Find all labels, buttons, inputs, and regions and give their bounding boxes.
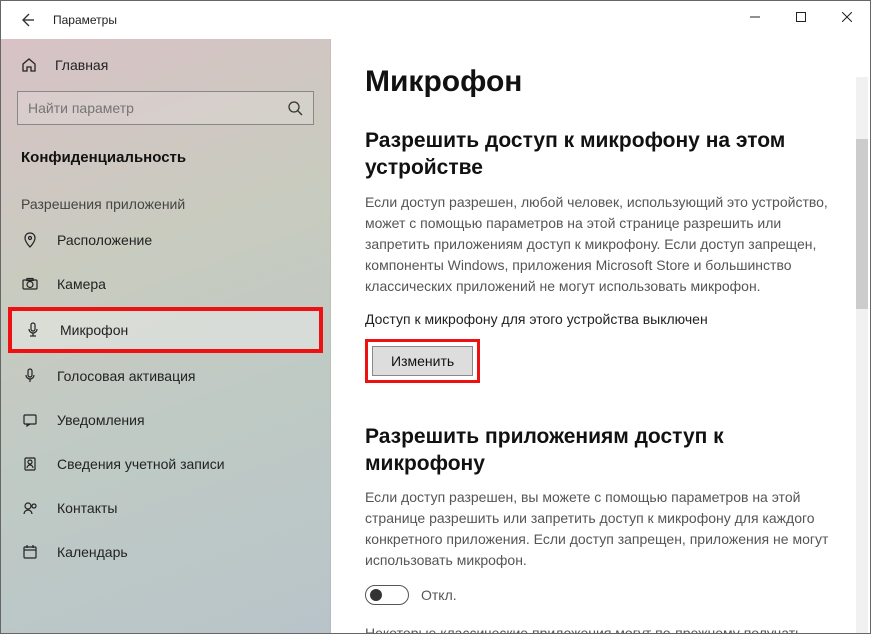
sidebar-item-contacts[interactable]: Контакты bbox=[1, 486, 330, 530]
sidebar-item-microphone[interactable]: Микрофон bbox=[9, 308, 322, 352]
close-button[interactable] bbox=[824, 1, 870, 33]
maximize-button[interactable] bbox=[778, 1, 824, 33]
sidebar: Главная Конфиденциальность Разрешения пр… bbox=[1, 39, 331, 633]
section1-body: Если доступ разрешен, любой человек, исп… bbox=[365, 192, 836, 297]
sidebar-item-location[interactable]: Расположение bbox=[1, 218, 330, 262]
sidebar-item-label: Контакты bbox=[57, 500, 117, 516]
search-input[interactable] bbox=[28, 100, 248, 116]
sidebar-item-label: Календарь bbox=[57, 544, 128, 560]
app-access-toggle[interactable] bbox=[365, 585, 409, 605]
sidebar-item-label: Расположение bbox=[57, 232, 152, 248]
contacts-icon bbox=[21, 499, 39, 517]
section2-heading: Разрешить приложениям доступ к микрофону bbox=[365, 423, 836, 478]
highlight-annotation: Изменить bbox=[365, 339, 480, 383]
scrollbar-thumb[interactable] bbox=[856, 139, 868, 309]
camera-icon bbox=[21, 275, 39, 293]
back-button[interactable] bbox=[13, 6, 41, 34]
section2-body: Если доступ разрешен, вы можете с помощь… bbox=[365, 487, 836, 571]
section3-text: Некоторые классические приложения могут … bbox=[365, 625, 802, 633]
sidebar-item-label: Уведомления bbox=[57, 412, 145, 428]
home-nav[interactable]: Главная bbox=[1, 49, 330, 81]
toggle-state-label: Откл. bbox=[421, 587, 457, 603]
section3-body: Некоторые классические приложения могут … bbox=[365, 623, 836, 633]
search-icon bbox=[287, 100, 303, 116]
section1-heading: Разрешить доступ к микрофону на этом уст… bbox=[365, 127, 836, 182]
account-icon bbox=[21, 455, 39, 473]
sidebar-item-account-info[interactable]: Сведения учетной записи bbox=[1, 442, 330, 486]
sidebar-item-voice-activation[interactable]: Голосовая активация bbox=[1, 354, 330, 398]
search-input-container[interactable] bbox=[17, 91, 314, 125]
voice-icon bbox=[21, 367, 39, 385]
notifications-icon bbox=[21, 411, 39, 429]
page-title: Микрофон bbox=[365, 65, 836, 99]
sidebar-group-label: Разрешения приложений bbox=[1, 180, 330, 218]
microphone-icon bbox=[24, 321, 42, 339]
device-access-status: Доступ к микрофону для этого устройства … bbox=[365, 311, 836, 327]
sidebar-section-title: Конфиденциальность bbox=[1, 143, 330, 180]
sidebar-item-label: Сведения учетной записи bbox=[57, 456, 225, 472]
sidebar-item-notifications[interactable]: Уведомления bbox=[1, 398, 330, 442]
sidebar-item-camera[interactable]: Камера bbox=[1, 262, 330, 306]
sidebar-item-label: Камера bbox=[57, 276, 106, 292]
location-icon bbox=[21, 231, 39, 249]
main-content: Микрофон Разрешить доступ к микрофону на… bbox=[331, 39, 870, 633]
home-label: Главная bbox=[55, 57, 108, 73]
sidebar-item-label: Микрофон bbox=[60, 322, 128, 338]
sidebar-item-label: Голосовая активация bbox=[57, 368, 196, 384]
minimize-button[interactable] bbox=[732, 1, 778, 33]
sidebar-item-calendar[interactable]: Календарь bbox=[1, 530, 330, 574]
change-button[interactable]: Изменить bbox=[372, 346, 473, 376]
home-icon bbox=[21, 57, 37, 73]
calendar-icon bbox=[21, 543, 39, 561]
window-title: Параметры bbox=[53, 13, 117, 27]
